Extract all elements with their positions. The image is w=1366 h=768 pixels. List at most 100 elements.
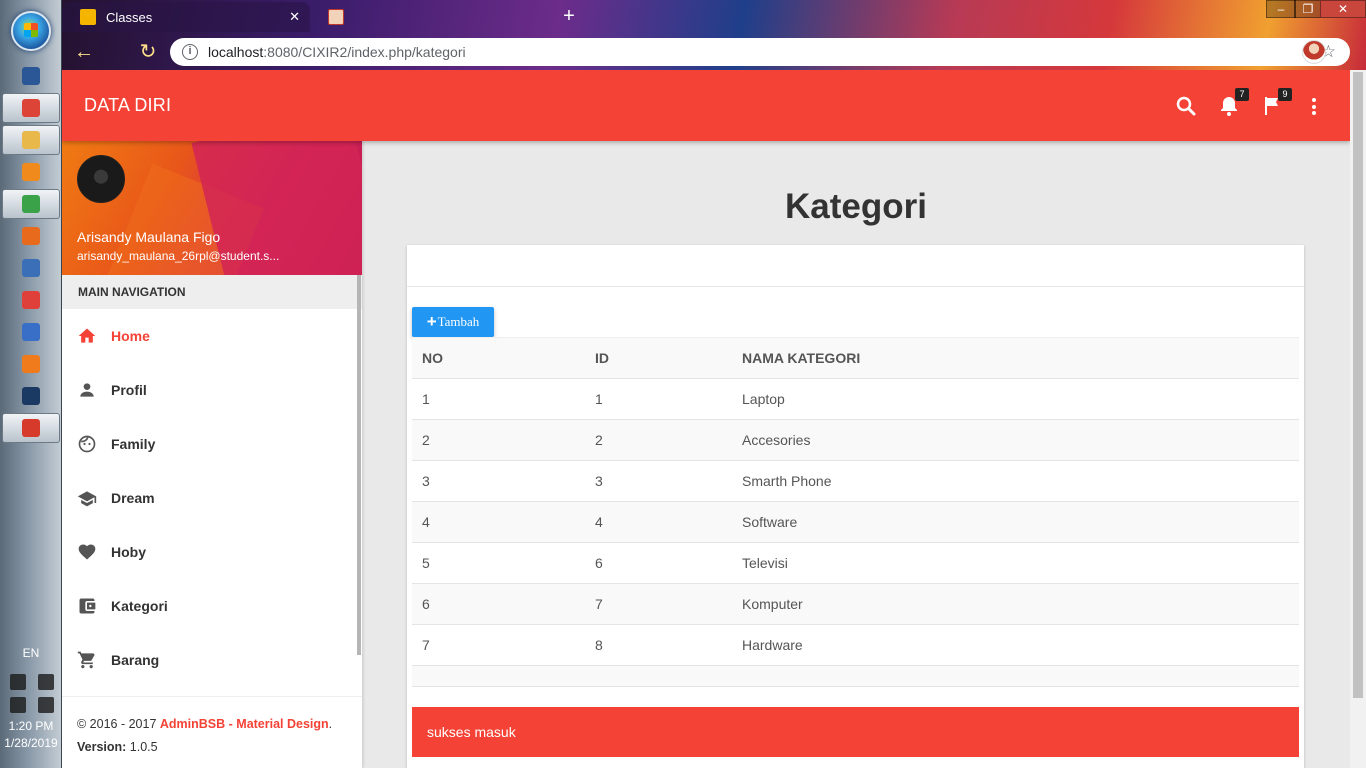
start-button[interactable]	[11, 11, 51, 51]
sidebar-item-label: Dream	[111, 490, 155, 506]
cell-no: 4	[412, 501, 585, 543]
table-header-row: NO ID NAMA KATEGORI	[412, 337, 1299, 379]
restore-icon[interactable]: ❐	[1294, 0, 1322, 18]
cell-id: 4	[585, 501, 732, 543]
more-vert-icon[interactable]	[1312, 98, 1316, 118]
flag-icon[interactable]: 9	[1260, 88, 1292, 118]
sidebar-menu: Home Profil Family Dream Hoby Kategori Barang	[62, 309, 362, 687]
sublime-icon	[22, 323, 40, 341]
sidebar-item-barang[interactable]: Barang	[62, 633, 362, 687]
clock[interactable]: 1:20 PM 1/28/2019	[0, 718, 62, 752]
top-navbar: DATA DIRI 7 9	[62, 70, 1350, 141]
taskbar-word-button[interactable]	[0, 61, 62, 91]
table-row: 1 1 Laptop	[412, 378, 1299, 420]
page-scrollbar[interactable]	[1350, 70, 1366, 768]
tab-title: Classes	[106, 9, 153, 25]
kategori-card: + Tambah NO ID NAMA KATEGORI 1 1 Laptop 2 2 Ac…	[407, 245, 1304, 768]
add-button-label: Tambah	[437, 314, 480, 329]
language-indicator[interactable]: EN	[0, 646, 62, 660]
cell-nama-kategori: Hardware	[732, 624, 1299, 666]
signal-icon[interactable]	[10, 697, 26, 713]
user-name[interactable]: Arisandy Maulana Figo	[77, 229, 220, 245]
info-icon[interactable]: i	[182, 44, 198, 60]
chrome-icon	[22, 99, 40, 117]
sidebar-item-profil[interactable]: Profil	[62, 363, 362, 417]
word-icon	[22, 67, 40, 85]
taskbar-git-button[interactable]	[0, 285, 62, 315]
browser-tab-2[interactable]	[310, 2, 558, 32]
new-tab-icon[interactable]: +	[558, 6, 580, 27]
column-header-nama-kategori[interactable]: NAMA KATEGORI	[732, 337, 1299, 379]
column-header-no[interactable]: NO	[412, 337, 585, 379]
taskbar-atom-button[interactable]	[2, 189, 60, 219]
card-header	[407, 245, 1304, 287]
left-sidebar: Arisandy Maulana Figo arisandy_maulana_2…	[62, 141, 362, 768]
version-label: Version:	[77, 740, 127, 754]
classroom-favicon-icon	[80, 9, 96, 25]
table-row: 7 8 Hardware	[412, 624, 1299, 666]
taskbar-xampp-button[interactable]	[0, 221, 62, 251]
copyright-dot: .	[328, 717, 333, 731]
sidebar-item-dream[interactable]: Dream	[62, 471, 362, 525]
browser-menu-icon[interactable]	[1342, 44, 1346, 60]
cell-id: 2	[585, 419, 732, 461]
reload-icon[interactable]: ↻	[136, 40, 160, 64]
atom-icon	[22, 195, 40, 213]
sidebar-scrollbar[interactable]	[357, 275, 361, 655]
brand-title[interactable]: DATA DIRI	[84, 95, 171, 116]
scrollbar-thumb[interactable]	[1353, 72, 1363, 698]
taskbar-chrome-button[interactable]	[2, 93, 60, 123]
cell-nama-kategori: Accesories	[732, 419, 1299, 461]
avatar[interactable]	[77, 155, 125, 203]
url-path: :8080/CIXIR2/index.php/kategori	[263, 44, 466, 60]
media-player-icon	[22, 163, 40, 181]
table-row: 5 6 Televisi	[412, 542, 1299, 584]
empty-cell	[412, 665, 1299, 687]
version: Version: 1.0.5	[77, 736, 347, 759]
taskbar-sublime-button[interactable]	[0, 317, 62, 347]
tab-close-icon[interactable]: ✕	[289, 9, 300, 25]
copyright: © 2016 - 2017 AdminBSB - Material Design…	[77, 713, 347, 736]
firefox-icon	[22, 355, 40, 373]
notifications-icon[interactable]: 7	[1217, 88, 1249, 118]
sidebar-item-hoby[interactable]: Hoby	[62, 525, 362, 579]
cell-nama-kategori: Software	[732, 501, 1299, 543]
network-disconnected-icon[interactable]	[38, 697, 54, 713]
taskbar-firefox-button[interactable]	[0, 349, 62, 379]
taskbar-steam-button[interactable]	[0, 381, 62, 411]
face-icon	[77, 434, 97, 454]
filezilla-icon	[22, 419, 40, 437]
home-icon	[77, 326, 97, 346]
sidebar-item-label: Profil	[111, 382, 147, 398]
volume-muted-icon[interactable]	[38, 674, 54, 690]
taskbar-filezilla-button[interactable]	[2, 413, 60, 443]
browser-tab-classes[interactable]: Classes ✕	[62, 2, 310, 32]
windows-taskbar: EN 1:20 PM 1/28/2019	[0, 0, 62, 768]
sidebar-item-label: Hoby	[111, 544, 146, 560]
sidebar-item-label: Barang	[111, 652, 160, 668]
cell-no: 7	[412, 624, 585, 666]
file-explorer-icon	[22, 131, 40, 149]
adminbsb-link[interactable]: AdminBSB - Material Design	[160, 717, 329, 731]
clock-time: 1:20 PM	[8, 719, 54, 733]
add-button[interactable]: + Tambah	[412, 307, 494, 337]
sidebar-item-kategori[interactable]: Kategori	[62, 579, 362, 633]
minimize-icon[interactable]: –	[1266, 0, 1296, 18]
sidebar-item-home[interactable]: Home	[62, 309, 362, 363]
sidebar-item-family[interactable]: Family	[62, 417, 362, 471]
taskbar-virtualbox-button[interactable]	[0, 253, 62, 283]
column-header-id[interactable]: ID	[585, 337, 732, 379]
search-icon[interactable]	[1174, 94, 1198, 118]
sidebar-footer: © 2016 - 2017 AdminBSB - Material Design…	[62, 696, 362, 768]
cell-no: 6	[412, 583, 585, 625]
person-icon	[77, 380, 97, 400]
back-icon[interactable]: ←	[72, 40, 96, 64]
profile-avatar[interactable]	[1302, 40, 1326, 64]
address-bar[interactable]: i localhost:8080/CIXIR2/index.php/katego…	[170, 38, 1350, 66]
taskbar-media-player-button[interactable]	[0, 157, 62, 187]
action-center-icon[interactable]	[10, 674, 26, 690]
close-window-icon[interactable]: ✕	[1320, 0, 1366, 18]
menu-header: MAIN NAVIGATION	[62, 275, 362, 309]
xampp-icon	[22, 227, 40, 245]
taskbar-file-explorer-button[interactable]	[2, 125, 60, 155]
